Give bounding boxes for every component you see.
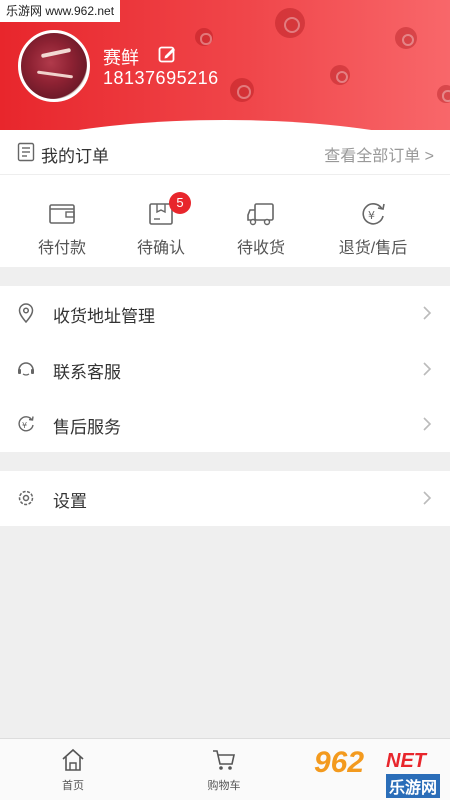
headset-icon: [18, 362, 34, 376]
menu-card: 收货地址管理 联系客服 ¥ 售后服务: [0, 286, 450, 452]
orders-header: 我的订单 查看全部订单 >: [0, 130, 450, 175]
svg-text:¥: ¥: [22, 421, 27, 430]
tab-label: 首页: [62, 780, 84, 792]
edit-icon[interactable]: [158, 45, 176, 63]
svg-text:¥: ¥: [368, 209, 375, 222]
wallet-icon: [49, 204, 75, 224]
chevron-right-icon: [423, 362, 432, 376]
brand-logo-name: 乐游网: [386, 774, 441, 798]
avatar-detail: [36, 70, 74, 79]
decoration-icon: [395, 27, 417, 49]
home-icon: [62, 748, 84, 771]
menu-item-address[interactable]: 收货地址管理: [0, 286, 450, 341]
decoration-icon: [275, 8, 305, 38]
order-status-label: 退货/售后: [338, 240, 408, 257]
order-status-to-confirm[interactable]: 5 待确认: [116, 192, 206, 258]
menu-item-after-sales[interactable]: ¥ 售后服务: [0, 397, 450, 452]
tab-home[interactable]: 首页: [33, 747, 113, 793]
order-status-label: 待确认: [136, 240, 185, 257]
menu-item-customer-service[interactable]: 联系客服: [0, 342, 450, 397]
gear-icon: [18, 490, 34, 506]
brand-logo-number: 962: [314, 746, 365, 779]
decoration-icon: [195, 28, 213, 46]
order-status-refund[interactable]: ¥ 退货/售后: [328, 200, 418, 258]
menu-item-label: 设置: [53, 492, 87, 511]
refund-icon: ¥: [18, 416, 34, 432]
location-pin-icon: [18, 303, 34, 323]
cart-icon: [213, 750, 235, 770]
chevron-right-icon: [423, 417, 432, 431]
clipboard-icon: [17, 142, 35, 162]
username: 赛鲜: [103, 48, 139, 68]
chevron-right-icon: [423, 491, 432, 505]
order-status-pending-payment[interactable]: 待付款: [17, 200, 107, 258]
brand-logo-net: NET: [386, 750, 426, 772]
chevron-right-icon: [423, 306, 432, 320]
tab-label: 购物车: [207, 780, 241, 792]
watermark: 乐游网 www.962.net: [0, 0, 121, 22]
menu-item-label: 收货地址管理: [53, 307, 155, 326]
order-status-label: 待收货: [236, 240, 285, 257]
menu-item-label: 售后服务: [53, 418, 121, 437]
pending-count-badge: 5: [169, 192, 191, 214]
tab-cart[interactable]: 购物车: [184, 747, 264, 793]
avatar-detail: [40, 47, 72, 59]
refund-icon: ¥: [362, 203, 385, 225]
decoration-icon: [330, 65, 350, 85]
avatar[interactable]: [18, 30, 90, 102]
phone-number: 18137695216: [103, 68, 219, 88]
orders-card: 我的订单 查看全部订单 > 待付款 5 待确认 待收货 ¥ 退货/售后: [0, 130, 450, 267]
orders-title: 我的订单: [41, 147, 109, 166]
decoration-icon: [437, 85, 450, 103]
order-status-label: 待付款: [37, 240, 86, 257]
menu-item-label: 联系客服: [53, 363, 121, 382]
order-status-to-receive[interactable]: 待收货: [216, 200, 306, 258]
menu-item-settings[interactable]: 设置: [0, 471, 450, 526]
truck-icon: [247, 203, 274, 226]
decoration-icon: [230, 78, 254, 102]
brand-logo-watermark: 962 NET 乐游网: [306, 746, 450, 800]
settings-row[interactable]: 设置: [0, 471, 450, 526]
view-all-orders-link[interactable]: 查看全部订单 >: [324, 142, 434, 166]
